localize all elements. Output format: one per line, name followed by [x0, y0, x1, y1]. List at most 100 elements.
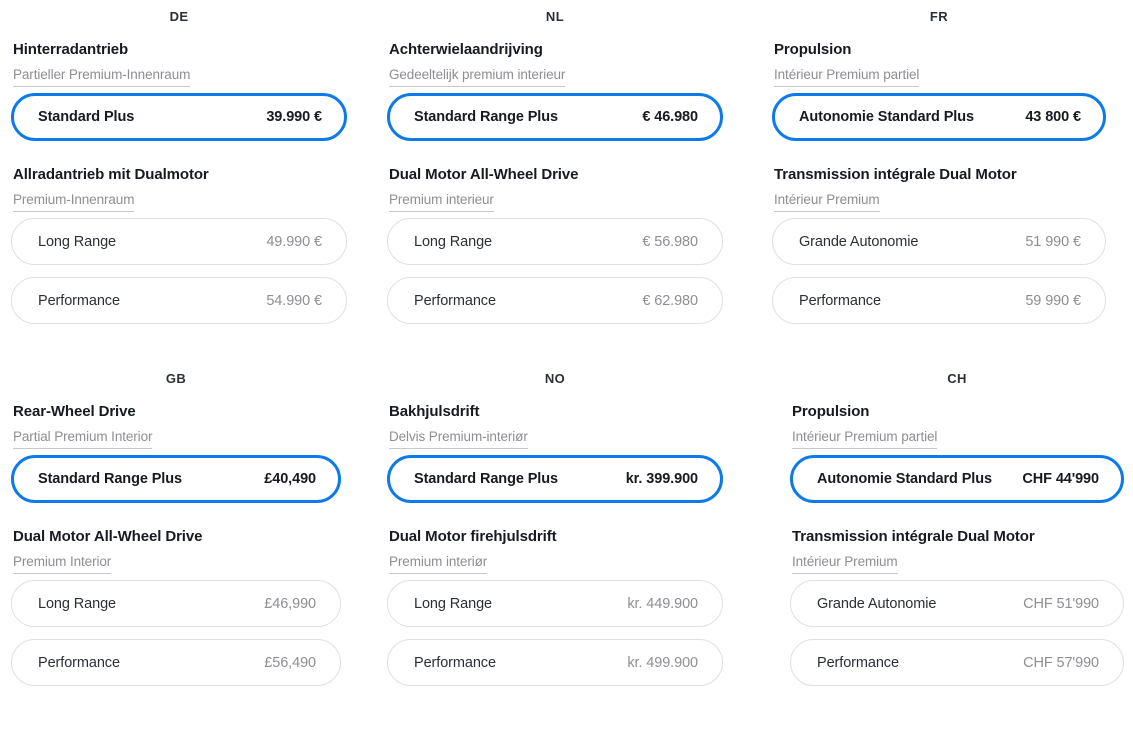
- trim-card[interactable]: Performance CHF 57'990: [790, 639, 1124, 686]
- country-panel-de: DE Hinterradantrieb Partieller Premium-I…: [11, 10, 347, 336]
- trim-name: Grande Autonomie: [799, 233, 919, 250]
- trim-price: kr. 499.900: [627, 654, 698, 671]
- drive-title: Transmission intégrale Dual Motor: [792, 528, 1035, 545]
- trim-card-selected[interactable]: Standard Range Plus £40,490: [11, 455, 341, 503]
- trim-card[interactable]: Performance 54.990 €: [11, 277, 347, 324]
- trim-name: Standard Plus: [38, 109, 135, 125]
- trim-card[interactable]: Long Range kr. 449.900: [387, 580, 723, 627]
- drive-title: Bakhjulsdrift: [389, 403, 480, 420]
- interior-label: Premium-Innenraum: [13, 191, 134, 212]
- drive-group: Propulsion Intérieur Premium partiel Aut…: [790, 402, 1124, 503]
- trim-name: Performance: [817, 654, 899, 671]
- drive-title: Allradantrieb mit Dualmotor: [13, 166, 209, 183]
- trim-card[interactable]: Performance £56,490: [11, 639, 341, 686]
- trim-price: 51 990 €: [1025, 233, 1081, 250]
- trim-price: £46,990: [264, 595, 316, 612]
- drive-group: Hinterradantrieb Partieller Premium-Inne…: [11, 40, 347, 141]
- drive-title: Hinterradantrieb: [13, 41, 129, 58]
- trim-price: € 46.980: [642, 109, 698, 125]
- trim-price: kr. 399.900: [625, 471, 698, 487]
- drive-group: Propulsion Intérieur Premium partiel Aut…: [772, 40, 1106, 141]
- drive-group: Dual Motor All-Wheel Drive Premium Inter…: [11, 527, 341, 686]
- interior-label: Premium interiør: [389, 553, 487, 574]
- country-code-nl: NL: [545, 9, 565, 24]
- trim-card[interactable]: Long Range £46,990: [11, 580, 341, 627]
- country-code-de: DE: [169, 9, 189, 24]
- trim-price: € 56.980: [642, 233, 698, 250]
- trim-name: Long Range: [38, 233, 117, 250]
- trim-name: Long Range: [38, 595, 117, 612]
- drive-title: Propulsion: [774, 41, 852, 58]
- country-panel-fr: FR Propulsion Intérieur Premium partiel …: [772, 10, 1106, 336]
- trim-name: Autonomie Standard Plus: [799, 109, 974, 125]
- trim-card-selected[interactable]: Standard Range Plus kr. 399.900: [387, 455, 723, 503]
- interior-label: Partial Premium Interior: [13, 428, 152, 449]
- trim-card[interactable]: Long Range 49.990 €: [11, 218, 347, 265]
- trim-name: Performance: [414, 292, 496, 309]
- trim-name: Performance: [38, 292, 120, 309]
- interior-label: Premium interieur: [389, 191, 494, 212]
- drive-group: Allradantrieb mit Dualmotor Premium-Inne…: [11, 165, 347, 324]
- trim-price: 59 990 €: [1025, 292, 1081, 309]
- drive-group: Transmission intégrale Dual Motor Intéri…: [772, 165, 1106, 324]
- trim-price: £40,490: [264, 471, 316, 487]
- trim-name: Autonomie Standard Plus: [817, 471, 992, 487]
- trim-card-selected[interactable]: Standard Range Plus € 46.980: [387, 93, 723, 141]
- trim-card-selected[interactable]: Autonomie Standard Plus CHF 44'990: [790, 455, 1124, 503]
- trim-price: € 62.980: [642, 292, 698, 309]
- trim-price: 43 800 €: [1025, 109, 1081, 125]
- drive-title: Propulsion: [792, 403, 870, 420]
- drive-title: Dual Motor All-Wheel Drive: [13, 528, 203, 545]
- interior-label: Intérieur Premium partiel: [774, 66, 919, 87]
- interior-label: Intérieur Premium: [792, 553, 898, 574]
- interior-label: Premium Interior: [13, 553, 111, 574]
- country-panel-gb: GB Rear-Wheel Drive Partial Premium Inte…: [11, 372, 341, 698]
- trim-card-selected[interactable]: Standard Plus 39.990 €: [11, 93, 347, 141]
- trim-name: Long Range: [414, 233, 493, 250]
- country-code-no: NO: [544, 371, 566, 386]
- interior-label: Intérieur Premium: [774, 191, 880, 212]
- trim-price: kr. 449.900: [627, 595, 698, 612]
- pricing-comparison-page: DE Hinterradantrieb Partieller Premium-I…: [0, 0, 1133, 729]
- drive-group: Dual Motor firehjulsdrift Premium interi…: [387, 527, 723, 686]
- trim-name: Standard Range Plus: [414, 109, 558, 125]
- trim-card[interactable]: Performance kr. 499.900: [387, 639, 723, 686]
- drive-title: Dual Motor All-Wheel Drive: [389, 166, 579, 183]
- trim-card[interactable]: Performance 59 990 €: [772, 277, 1106, 324]
- trim-name: Standard Range Plus: [38, 471, 182, 487]
- country-panel-ch: CH Propulsion Intérieur Premium partiel …: [790, 372, 1124, 698]
- trim-name: Performance: [414, 654, 496, 671]
- interior-label: Delvis Premium-interiør: [389, 428, 528, 449]
- drive-group: Rear-Wheel Drive Partial Premium Interio…: [11, 402, 341, 503]
- interior-label: Gedeeltelijk premium interieur: [389, 66, 565, 87]
- drive-group: Achterwielaandrijving Gedeeltelijk premi…: [387, 40, 723, 141]
- trim-name: Performance: [799, 292, 881, 309]
- trim-price: CHF 44'990: [1022, 471, 1099, 487]
- trim-price: £56,490: [264, 654, 316, 671]
- trim-card[interactable]: Grande Autonomie CHF 51'990: [790, 580, 1124, 627]
- trim-name: Long Range: [414, 595, 493, 612]
- drive-group: Bakhjulsdrift Delvis Premium-interiør St…: [387, 402, 723, 503]
- trim-card[interactable]: Long Range € 56.980: [387, 218, 723, 265]
- trim-price: 39.990 €: [266, 109, 322, 125]
- drive-group: Dual Motor All-Wheel Drive Premium inter…: [387, 165, 723, 324]
- trim-price: CHF 51'990: [1023, 595, 1099, 612]
- trim-card[interactable]: Grande Autonomie 51 990 €: [772, 218, 1106, 265]
- drive-title: Transmission intégrale Dual Motor: [774, 166, 1017, 183]
- country-code-gb: GB: [165, 371, 187, 386]
- drive-title: Rear-Wheel Drive: [13, 403, 136, 420]
- drive-title: Achterwielaandrijving: [389, 41, 543, 58]
- trim-card-selected[interactable]: Autonomie Standard Plus 43 800 €: [772, 93, 1106, 141]
- country-panel-no: NO Bakhjulsdrift Delvis Premium-interiør…: [387, 372, 723, 698]
- trim-card[interactable]: Performance € 62.980: [387, 277, 723, 324]
- drive-group: Transmission intégrale Dual Motor Intéri…: [790, 527, 1124, 686]
- trim-name: Grande Autonomie: [817, 595, 937, 612]
- trim-price: 54.990 €: [266, 292, 322, 309]
- trim-name: Performance: [38, 654, 120, 671]
- trim-price: 49.990 €: [266, 233, 322, 250]
